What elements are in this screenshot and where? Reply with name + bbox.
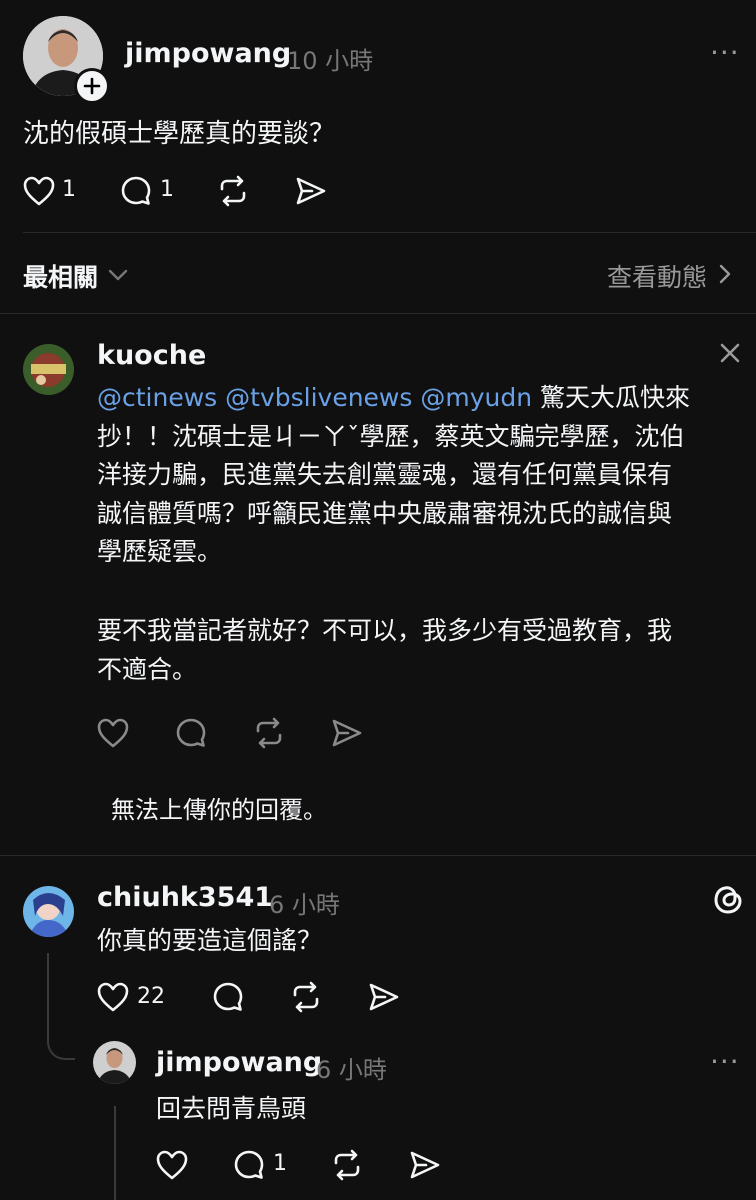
upload-error-message: 無法上傳你的回覆。: [111, 796, 327, 824]
avatar[interactable]: [93, 1041, 136, 1084]
like-icon[interactable]: [97, 982, 129, 1012]
thread-line: [114, 1106, 116, 1200]
follow-plus-icon[interactable]: [74, 68, 110, 104]
reply-icon[interactable]: [175, 717, 207, 749]
repost-icon[interactable]: [216, 175, 250, 207]
sort-dropdown[interactable]: 最相關: [23, 258, 128, 294]
reply-icon[interactable]: [212, 981, 244, 1013]
reply-count: 1: [160, 177, 174, 202]
reply-author[interactable]: kuoche: [97, 340, 206, 371]
like-count: 22: [137, 984, 165, 1009]
avatar[interactable]: [23, 344, 74, 395]
more-options-icon[interactable]: ···: [710, 36, 740, 69]
reply-author[interactable]: chiuhk3541: [97, 882, 273, 913]
reply-author[interactable]: jimpowang: [156, 1047, 322, 1078]
like-count: 1: [62, 177, 76, 202]
repost-icon[interactable]: [330, 1149, 364, 1181]
chevron-down-icon: [108, 267, 128, 286]
share-icon[interactable]: [331, 718, 363, 748]
reply-time: 6 小時: [316, 1056, 387, 1084]
sort-label: 最相關: [23, 263, 99, 292]
reply-text: @ctinews @tvbslivenews @myudn 驚天大瓜快來 抄！！…: [97, 383, 690, 566]
divider: [0, 313, 756, 314]
close-icon[interactable]: [719, 342, 741, 364]
chevron-right-icon: [719, 263, 731, 289]
thread-line: [47, 953, 49, 1033]
repost-icon[interactable]: [252, 717, 286, 749]
repost-icon[interactable]: [289, 981, 323, 1013]
share-icon[interactable]: [368, 982, 400, 1012]
view-activity-label: 查看動態: [607, 263, 708, 292]
like-icon[interactable]: [97, 718, 129, 748]
share-icon[interactable]: [295, 176, 327, 206]
post-text: 沈的假碩士學歷真的要談？: [23, 119, 336, 149]
more-options-icon[interactable]: ···: [710, 1045, 740, 1078]
reply-text: 你真的要造這個謠？: [97, 926, 323, 955]
view-activity-link[interactable]: 查看動態: [607, 258, 731, 294]
share-icon[interactable]: [409, 1150, 441, 1180]
post-author[interactable]: jimpowang: [125, 38, 291, 69]
reply-icon[interactable]: [120, 175, 152, 207]
reply-count: 1: [273, 1151, 287, 1176]
thread-connector: [47, 1030, 75, 1060]
divider: [23, 232, 756, 233]
reply-text: 回去問青鳥頭: [156, 1094, 307, 1123]
threads-logo-icon[interactable]: [712, 882, 744, 916]
like-icon[interactable]: [156, 1150, 188, 1180]
avatar[interactable]: [23, 886, 74, 937]
reply-time: 6 小時: [269, 891, 340, 919]
post-time: 10 小時: [287, 47, 374, 75]
reply-text-paragraph: 要不我當記者就好？不可以，我多少有受過教育，我 不適合。: [97, 616, 673, 684]
divider: [0, 855, 756, 856]
reply-icon[interactable]: [233, 1149, 265, 1181]
like-icon[interactable]: [23, 176, 55, 206]
mentions[interactable]: @ctinews @tvbslivenews @myudn: [97, 383, 532, 412]
